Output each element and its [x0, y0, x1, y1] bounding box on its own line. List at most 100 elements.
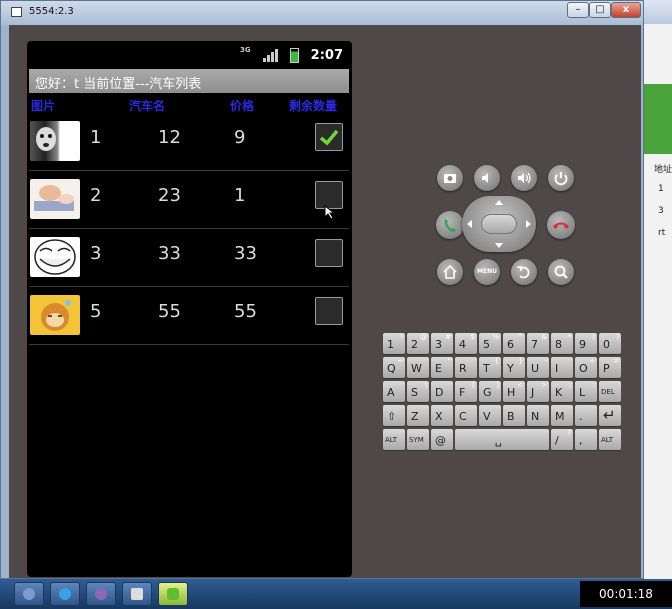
key[interactable]: A [383, 381, 405, 402]
key[interactable]: K; [551, 381, 573, 402]
key[interactable]: S \ [407, 381, 429, 402]
emulator-icon [167, 588, 179, 600]
key[interactable]: W [407, 357, 429, 378]
emulator-window: 5554:2.3 – □ x 3G 2:07 您好：t 当前位置---汽车列表 … [0, 0, 644, 579]
car-image [30, 237, 80, 277]
search-button[interactable] [548, 259, 574, 285]
key[interactable]: 9( [575, 333, 597, 354]
key[interactable]: O + [575, 357, 597, 378]
close-button[interactable]: x [611, 2, 641, 18]
shift-key[interactable]: ⇧ [383, 405, 405, 426]
key[interactable]: F[ [455, 381, 477, 402]
key[interactable]: N [527, 405, 549, 426]
key[interactable]: 7 & [527, 333, 549, 354]
home-icon [443, 264, 457, 279]
key[interactable]: 5% [479, 333, 501, 354]
recording-timer: 00:01:18 [580, 581, 672, 607]
key[interactable]: /? [551, 429, 573, 450]
key[interactable]: R [455, 357, 477, 378]
key[interactable]: 0) [599, 333, 621, 354]
key[interactable]: @ [431, 429, 453, 450]
taskbar-item[interactable] [122, 582, 152, 606]
key[interactable]: L: [575, 381, 597, 402]
minimize-button[interactable]: – [567, 2, 589, 18]
car-name: 23 [158, 185, 181, 206]
taskbar-item-emulator[interactable] [158, 582, 188, 606]
power-button[interactable] [548, 165, 574, 191]
battery-icon [290, 48, 299, 63]
stock-checkbox[interactable] [315, 239, 343, 267]
key[interactable]: 2 @ [407, 333, 429, 354]
car-id: 2 [90, 185, 102, 206]
list-item[interactable]: 3 33 33 [27, 229, 352, 287]
key[interactable]: H < [503, 381, 525, 402]
window-titlebar[interactable]: 5554:2.3 – □ x [1, 1, 643, 25]
key[interactable]: I [551, 357, 573, 378]
window-title: 5554:2.3 [29, 6, 74, 17]
space-key[interactable]: ␣ [455, 429, 549, 450]
list-item[interactable]: 1 12 9 [27, 113, 352, 171]
dpad[interactable] [462, 196, 536, 252]
sym-key[interactable]: SYM [407, 429, 429, 450]
stock-checkbox[interactable] [315, 297, 343, 325]
back-button[interactable] [511, 259, 537, 285]
home-button[interactable] [437, 259, 463, 285]
key[interactable]: 3 # [431, 333, 453, 354]
key[interactable]: T{ [479, 357, 501, 378]
key[interactable]: P = [599, 357, 621, 378]
taskbar-item[interactable] [50, 582, 80, 606]
checkmark-icon [319, 129, 339, 146]
key[interactable]: Z [407, 405, 429, 426]
car-image [30, 121, 80, 161]
key[interactable]: Q ~ [383, 357, 405, 378]
mouse-cursor-icon [324, 205, 336, 220]
key[interactable]: 6 ^ [503, 333, 525, 354]
enter-key[interactable]: ↵ [599, 405, 621, 426]
key[interactable]: U- [527, 357, 549, 378]
status-bar: 3G 2:07 [27, 41, 352, 69]
alt-key[interactable]: ALT [599, 429, 621, 450]
key[interactable]: B [503, 405, 525, 426]
key[interactable]: X [431, 405, 453, 426]
key[interactable]: D [431, 381, 453, 402]
end-call-button[interactable] [547, 211, 575, 239]
signal-icon [263, 49, 278, 62]
list-item[interactable]: 5 55 55 [27, 287, 352, 345]
menu-button[interactable]: MENU [474, 259, 500, 285]
key[interactable]: 1! [383, 333, 405, 354]
key[interactable]: Y} [503, 357, 525, 378]
alt-key[interactable]: ALT [383, 429, 405, 450]
phone-screen: 3G 2:07 您好：t 当前位置---汽车列表 图片 汽车名 价格 剩余数量 … [27, 41, 352, 577]
husky-dog-image [36, 127, 56, 151]
car-id: 1 [90, 127, 102, 148]
key[interactable]: J > [527, 381, 549, 402]
right-pane-row: 3 [658, 206, 664, 216]
volume-down-button[interactable] [474, 165, 500, 191]
key[interactable]: C [455, 405, 477, 426]
sleeping-baby-image [34, 185, 74, 211]
key[interactable]: 8 * [551, 333, 573, 354]
key[interactable]: M [551, 405, 573, 426]
stock-checkbox[interactable] [315, 123, 343, 151]
list-item[interactable]: 2 23 1 [27, 171, 352, 229]
volume-up-button[interactable] [511, 165, 537, 191]
delete-key[interactable]: DEL [599, 381, 621, 402]
dpad-center-button[interactable] [481, 214, 517, 234]
car-name: 55 [158, 301, 181, 322]
key[interactable]: 4 $ [455, 333, 477, 354]
key[interactable]: . [575, 405, 597, 426]
taskbar-item[interactable] [86, 582, 116, 606]
key[interactable]: , [575, 429, 597, 450]
key[interactable]: E " [431, 357, 453, 378]
troll-face-image [34, 239, 76, 275]
menu-label: MENU [477, 268, 497, 275]
car-name: 12 [158, 127, 181, 148]
maximize-button[interactable]: □ [589, 2, 611, 18]
key[interactable]: G] [479, 381, 501, 402]
monkey-emoji-image [41, 300, 71, 331]
camera-button[interactable] [437, 165, 463, 191]
call-button[interactable] [436, 211, 464, 239]
taskbar-item[interactable] [14, 582, 44, 606]
key[interactable]: V [479, 405, 501, 426]
volume-up-icon [518, 172, 531, 184]
